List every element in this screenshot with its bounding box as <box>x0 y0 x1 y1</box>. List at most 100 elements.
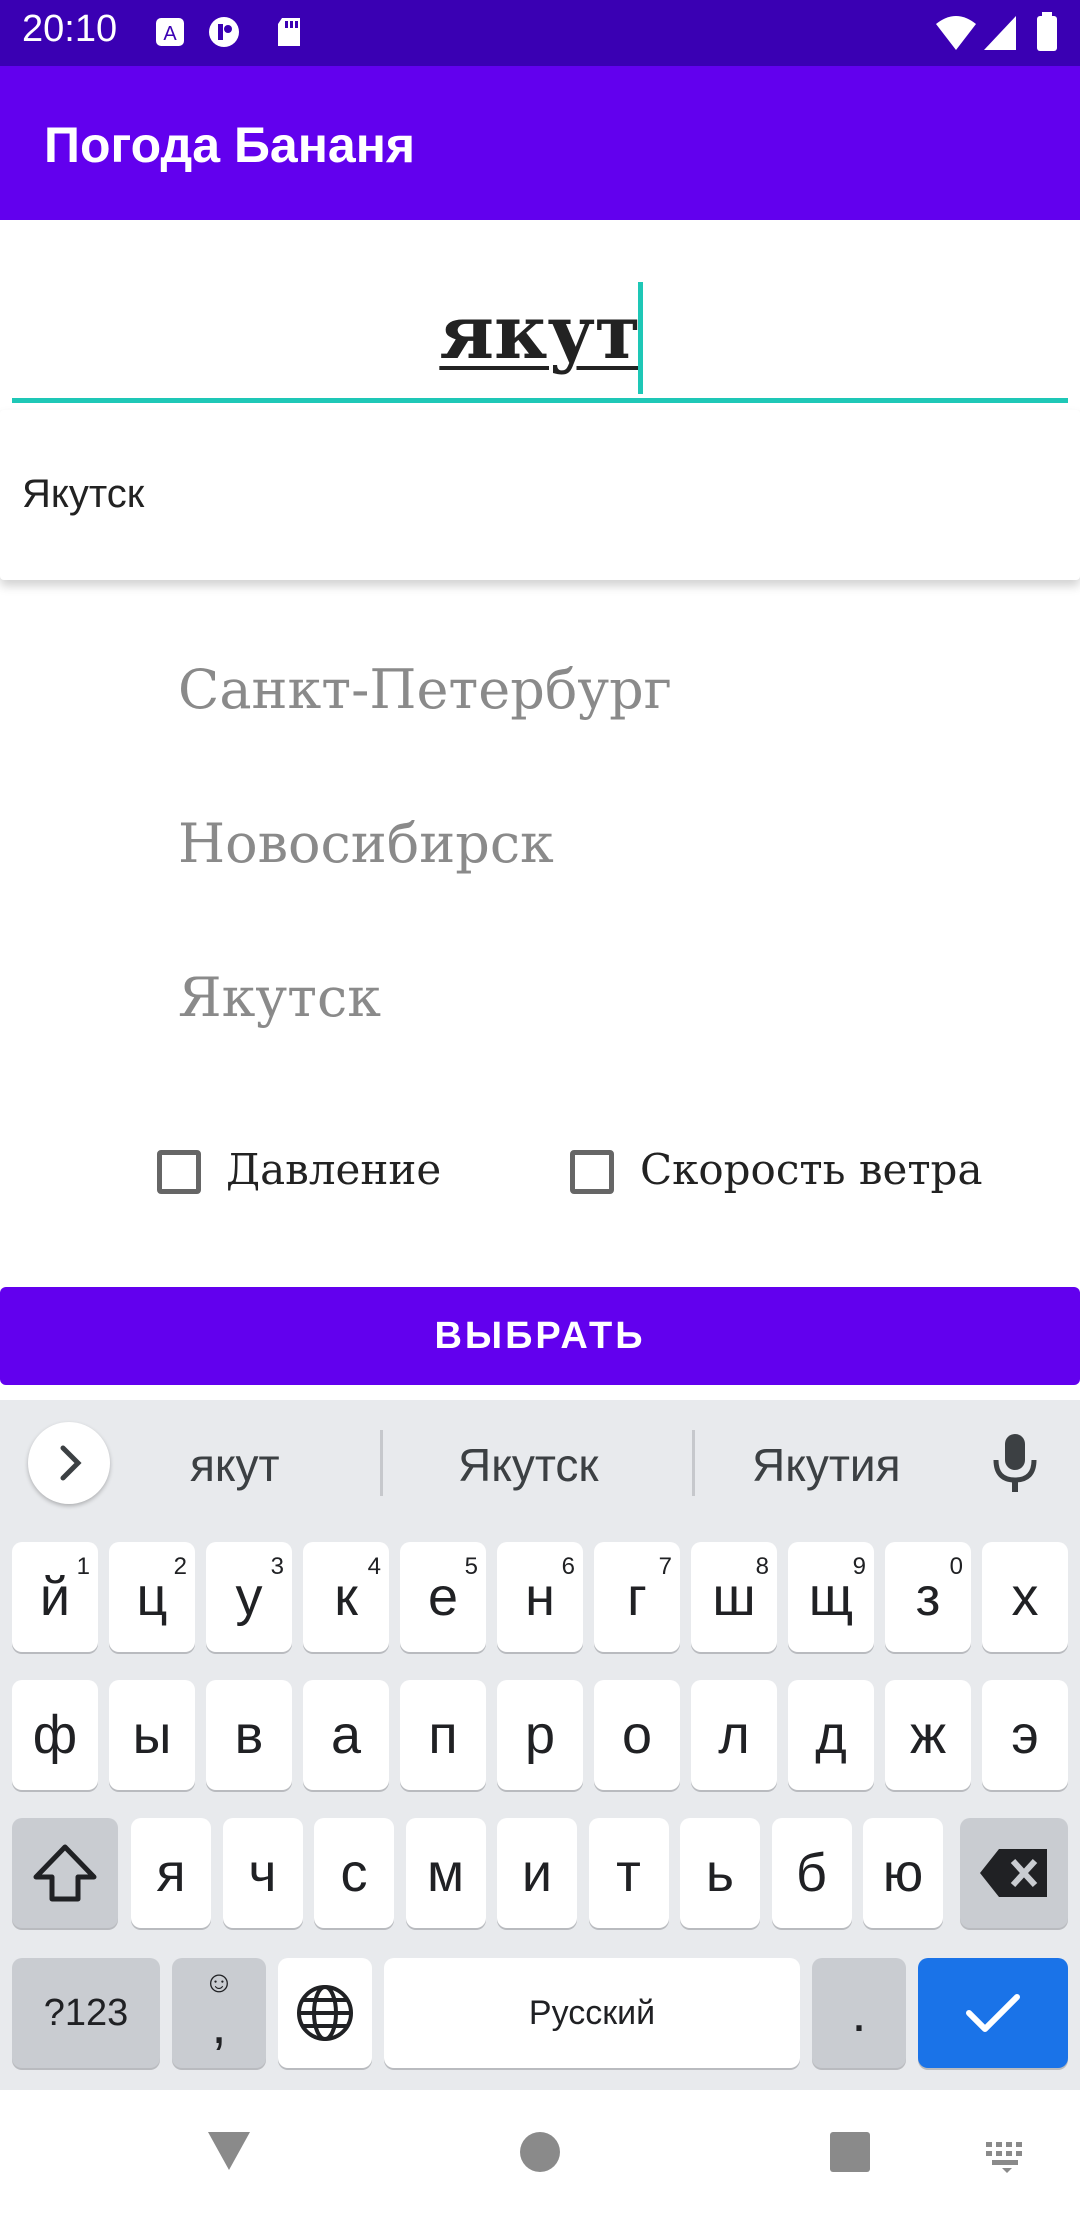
key-label: б <box>796 1843 827 1903</box>
key[interactable]: ж <box>885 1680 971 1790</box>
key[interactable]: з0 <box>885 1542 971 1652</box>
key[interactable]: ц2 <box>109 1542 195 1652</box>
back-icon[interactable] <box>206 2130 252 2172</box>
key-label: о <box>621 1705 653 1765</box>
key-number-hint: 2 <box>173 1553 187 1580</box>
status-time: 20:10 <box>22 8 118 50</box>
home-icon[interactable] <box>518 2130 562 2174</box>
key-label: ь <box>705 1843 735 1903</box>
svg-text:A: A <box>163 23 177 45</box>
city-item-yakutsk[interactable]: Якутск <box>178 966 381 1029</box>
key-number-hint: 4 <box>367 1553 381 1580</box>
key[interactable]: ч <box>222 1818 303 1928</box>
key[interactable]: с <box>314 1818 394 1928</box>
city-item-saint-petersburg[interactable]: Санкт-Петербург <box>178 658 672 721</box>
autocomplete-item[interactable]: Якутск <box>22 472 144 517</box>
status-bar: 20:10 A <box>0 0 1080 66</box>
key[interactable]: м <box>405 1818 486 1928</box>
key[interactable]: а <box>303 1680 389 1790</box>
chevron-right-icon <box>60 1445 82 1481</box>
wind-speed-checkbox[interactable] <box>570 1150 614 1194</box>
key-label: ж <box>909 1705 947 1765</box>
keyboard-suggestion-1[interactable]: якут <box>190 1438 280 1492</box>
key[interactable]: я <box>131 1818 211 1928</box>
key[interactable]: в <box>206 1680 292 1790</box>
city-item-novosibirsk[interactable]: Новосибирск <box>178 812 554 875</box>
key[interactable]: ь <box>680 1818 760 1928</box>
key[interactable]: ш8 <box>691 1542 777 1652</box>
key-label: х <box>1011 1567 1039 1627</box>
emoji-comma-key[interactable]: ☺ , <box>172 1958 266 2068</box>
soft-keyboard: якут Якутск Якутия ?123 ☺ , Русский . й1… <box>0 1400 1080 2090</box>
key[interactable]: к4 <box>303 1542 389 1652</box>
space-key[interactable]: Русский <box>384 1958 800 2068</box>
key[interactable]: ф <box>12 1680 98 1790</box>
backspace-key[interactable] <box>960 1818 1068 1928</box>
keyboard-suggestion-2[interactable]: Якутск <box>458 1438 599 1492</box>
sd-card-icon <box>278 18 300 46</box>
key[interactable]: р <box>497 1680 583 1790</box>
symbols-key[interactable]: ?123 <box>12 1958 160 2068</box>
notification-app-icon <box>209 17 239 47</box>
city-search-input[interactable]: якут <box>0 290 1080 376</box>
key-label: в <box>234 1705 264 1765</box>
language-key[interactable] <box>278 1958 372 2068</box>
key[interactable]: б <box>771 1818 852 1928</box>
key-label: ф <box>32 1705 78 1765</box>
key-label: ы <box>132 1705 172 1765</box>
select-button[interactable]: ВЫБРАТЬ <box>0 1287 1080 1385</box>
key-label: п <box>428 1705 458 1765</box>
enter-key[interactable] <box>918 1958 1068 2068</box>
key[interactable]: и <box>497 1818 577 1928</box>
key[interactable]: п <box>400 1680 486 1790</box>
key-label: н <box>525 1567 555 1627</box>
key-number-hint: 7 <box>658 1553 672 1580</box>
key-label: я <box>156 1843 186 1903</box>
globe-icon <box>297 1985 353 2041</box>
key-label: и <box>521 1843 553 1903</box>
suggestion-divider <box>380 1430 383 1496</box>
key[interactable]: ю <box>863 1818 943 1928</box>
key-label: т <box>616 1843 641 1903</box>
key[interactable]: у3 <box>206 1542 292 1652</box>
key[interactable]: х <box>982 1542 1068 1652</box>
suggestion-divider <box>692 1430 695 1496</box>
key-number-hint: 9 <box>852 1553 866 1580</box>
key-label: й <box>39 1567 71 1627</box>
key[interactable]: о <box>594 1680 680 1790</box>
pressure-checkbox[interactable] <box>157 1150 201 1194</box>
wind-speed-checkbox-label: Скорость ветра <box>640 1145 983 1194</box>
pressure-checkbox-label: Давление <box>226 1145 442 1194</box>
backspace-icon <box>980 1849 1047 1897</box>
key-number-hint: 8 <box>755 1553 769 1580</box>
key[interactable]: ы <box>109 1680 195 1790</box>
key[interactable]: г7 <box>594 1542 680 1652</box>
recents-icon[interactable] <box>828 2130 872 2174</box>
key[interactable]: л <box>691 1680 777 1790</box>
keyboard-expand-button[interactable] <box>28 1422 110 1504</box>
keyboard-suggestion-3[interactable]: Якутия <box>752 1438 901 1492</box>
key-label: э <box>1011 1705 1039 1765</box>
signal-icon <box>984 16 1016 50</box>
key-label: ю <box>882 1843 924 1903</box>
key[interactable]: э <box>982 1680 1068 1790</box>
shift-key[interactable] <box>12 1818 118 1928</box>
key[interactable]: д <box>788 1680 874 1790</box>
keyboard-hide-icon[interactable] <box>984 2140 1030 2174</box>
period-key[interactable]: . <box>812 1958 906 2068</box>
key[interactable]: щ9 <box>788 1542 874 1652</box>
key-number-hint: 5 <box>464 1553 478 1580</box>
key[interactable]: т <box>588 1818 669 1928</box>
key-label: с <box>340 1843 368 1903</box>
key-label: г <box>627 1567 647 1627</box>
key[interactable]: й1 <box>12 1542 98 1652</box>
battery-icon <box>1037 12 1057 51</box>
key-number-hint: 0 <box>949 1553 963 1580</box>
key-label: л <box>718 1705 750 1765</box>
search-input-underline <box>12 398 1068 403</box>
key[interactable]: е5 <box>400 1542 486 1652</box>
comma-label: , <box>211 1995 227 2055</box>
key-label: ш <box>712 1567 756 1627</box>
key[interactable]: н6 <box>497 1542 583 1652</box>
microphone-icon[interactable] <box>990 1432 1040 1494</box>
